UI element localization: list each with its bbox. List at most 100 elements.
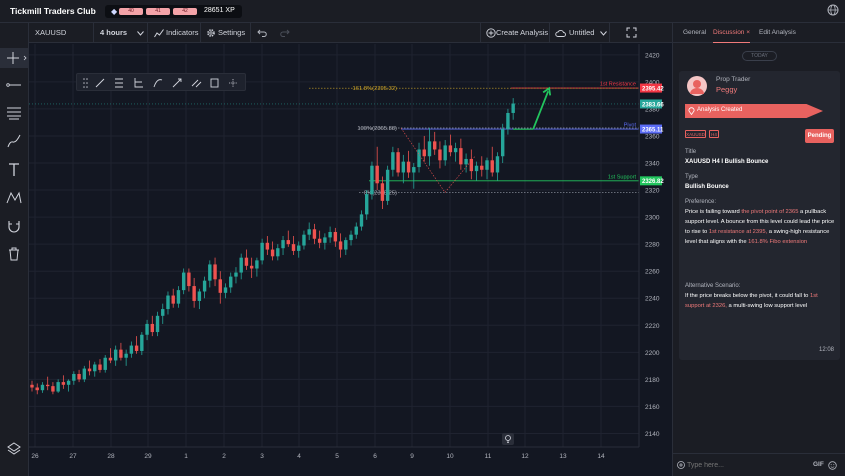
- candle-body: [87, 368, 92, 372]
- trend-line-icon[interactable]: [95, 78, 105, 88]
- candle-body: [438, 149, 442, 161]
- delete-tool[interactable]: [4, 244, 24, 264]
- candle-body: [249, 265, 254, 269]
- price-tick-label: 2320: [645, 188, 660, 195]
- undo-icon[interactable]: [257, 28, 267, 38]
- price-tick-label: 2240: [645, 296, 660, 303]
- trend-line-tool[interactable]: [4, 75, 24, 95]
- time-tick-label: 11: [485, 453, 492, 460]
- message-input[interactable]: [687, 460, 807, 471]
- candle-body: [401, 161, 406, 173]
- analysis-created-banner: Analysis Created: [685, 104, 823, 118]
- bulb-icon: [505, 435, 511, 443]
- create-analysis-label: Create Analysis: [496, 28, 549, 37]
- emoji-icon[interactable]: [828, 461, 837, 470]
- time-tick-label: 27: [69, 453, 77, 460]
- candle-body: [208, 264, 212, 281]
- layout-select[interactable]: Untitled: [550, 23, 610, 43]
- fib-level-label: 0%(2318.25): [364, 190, 397, 196]
- symbol-search-button[interactable]: XAUUSD: [29, 23, 94, 43]
- chevron-down-icon: [600, 31, 607, 36]
- xp-total: 28651 XP: [204, 7, 235, 14]
- candle-body: [317, 238, 322, 243]
- level-price-label: 2365.11: [642, 127, 664, 133]
- redo-icon[interactable]: [280, 28, 290, 38]
- brush-tool[interactable]: [4, 131, 24, 151]
- candle-body: [145, 323, 149, 335]
- rectangle-icon[interactable]: [210, 78, 219, 88]
- pattern-tool[interactable]: [4, 188, 24, 208]
- candle-body: [354, 226, 358, 235]
- candle-body: [40, 384, 45, 391]
- fib-tool[interactable]: [4, 103, 24, 123]
- candle-body: [229, 276, 233, 288]
- candle-body: [66, 380, 71, 385]
- candle-body: [469, 158, 474, 172]
- candle-body: [506, 112, 510, 130]
- candlestick-chart[interactable]: 1st Resistance Pivot 1st Support 161.8%(239…: [29, 44, 672, 463]
- gear-icon: [207, 29, 215, 37]
- preference-text: Price is failing toward the pivot point …: [685, 209, 835, 245]
- globe-icon[interactable]: [827, 4, 839, 16]
- tab-discussion[interactable]: Discussion ×: [713, 23, 751, 43]
- create-analysis-button[interactable]: Create Analysis: [480, 23, 550, 43]
- analysis-panel: General Discussion × Edit Analysis TODAY…: [672, 23, 845, 476]
- candle-body: [365, 194, 369, 215]
- alternative-label: Alternative Scenario:: [685, 283, 741, 289]
- candle-body: [412, 167, 416, 173]
- time-tick-label: 5: [335, 453, 339, 460]
- magnet-tool[interactable]: [4, 216, 24, 236]
- candle-body: [312, 229, 317, 239]
- candle-body: [134, 345, 139, 351]
- xp-level-badge: 41: [146, 8, 170, 15]
- ruler-icon[interactable]: [191, 79, 202, 88]
- candle-body: [396, 152, 400, 173]
- crosshair-small-icon[interactable]: [229, 79, 237, 87]
- price-chart[interactable]: 1st Resistance Pivot 1st Support 161.8%(239…: [29, 44, 672, 463]
- fib-level-label: 161.8%(2395.32): [353, 86, 398, 92]
- horizontal-lines-icon[interactable]: [115, 78, 123, 88]
- time-tick-label: 3: [260, 453, 264, 460]
- indicators-button[interactable]: Indicators: [148, 23, 201, 43]
- price-tick-label: 2420: [645, 52, 660, 59]
- candle-body: [166, 295, 170, 310]
- fib-level-label: 100%(2365.88): [357, 126, 397, 132]
- plus-icon[interactable]: [677, 461, 685, 469]
- layers-button[interactable]: [4, 439, 24, 459]
- replay-button[interactable]: [502, 433, 514, 445]
- crosshair-tool[interactable]: [0, 48, 28, 68]
- panel-tabs: General Discussion × Edit Analysis: [673, 23, 845, 43]
- interval-select[interactable]: 4 hours: [94, 23, 148, 43]
- text-tool[interactable]: [4, 160, 24, 180]
- avatar: [687, 76, 707, 96]
- settings-button[interactable]: Settings: [201, 23, 251, 43]
- settings-label: Settings: [218, 28, 246, 37]
- fullscreen-icon[interactable]: [626, 27, 637, 38]
- arrow-icon[interactable]: [172, 78, 182, 88]
- drag-handle-icon[interactable]: [83, 78, 88, 88]
- xp-level-badge: 40: [119, 8, 143, 15]
- level-price-label: 2326.82: [642, 179, 664, 185]
- close-tab-icon[interactable]: ×: [746, 29, 750, 36]
- candle-body: [30, 384, 34, 388]
- time-tick-label: 6: [373, 453, 377, 460]
- gif-button[interactable]: GIF: [813, 461, 824, 468]
- tab-general[interactable]: General: [683, 23, 706, 43]
- candle-body: [124, 353, 128, 358]
- level-name: 1st Support: [608, 174, 637, 180]
- alternative-text: If the price breaks below the pivot, it …: [685, 293, 818, 309]
- candle-body: [286, 240, 290, 245]
- tab-edit-analysis[interactable]: Edit Analysis: [759, 23, 796, 43]
- candle-body: [375, 165, 379, 184]
- curve-icon[interactable]: [153, 79, 163, 88]
- line-tool-icon: [6, 83, 21, 87]
- candle-body: [501, 129, 505, 157]
- candle-body: [417, 149, 421, 168]
- price-tick-label: 2360: [645, 133, 660, 140]
- pitchfork-icon[interactable]: [134, 78, 143, 88]
- price-tick-label: 2260: [645, 269, 660, 276]
- price-tick-label: 2180: [645, 377, 660, 384]
- candle-body: [480, 165, 484, 170]
- candle-body: [297, 245, 301, 251]
- candle-body: [103, 357, 107, 370]
